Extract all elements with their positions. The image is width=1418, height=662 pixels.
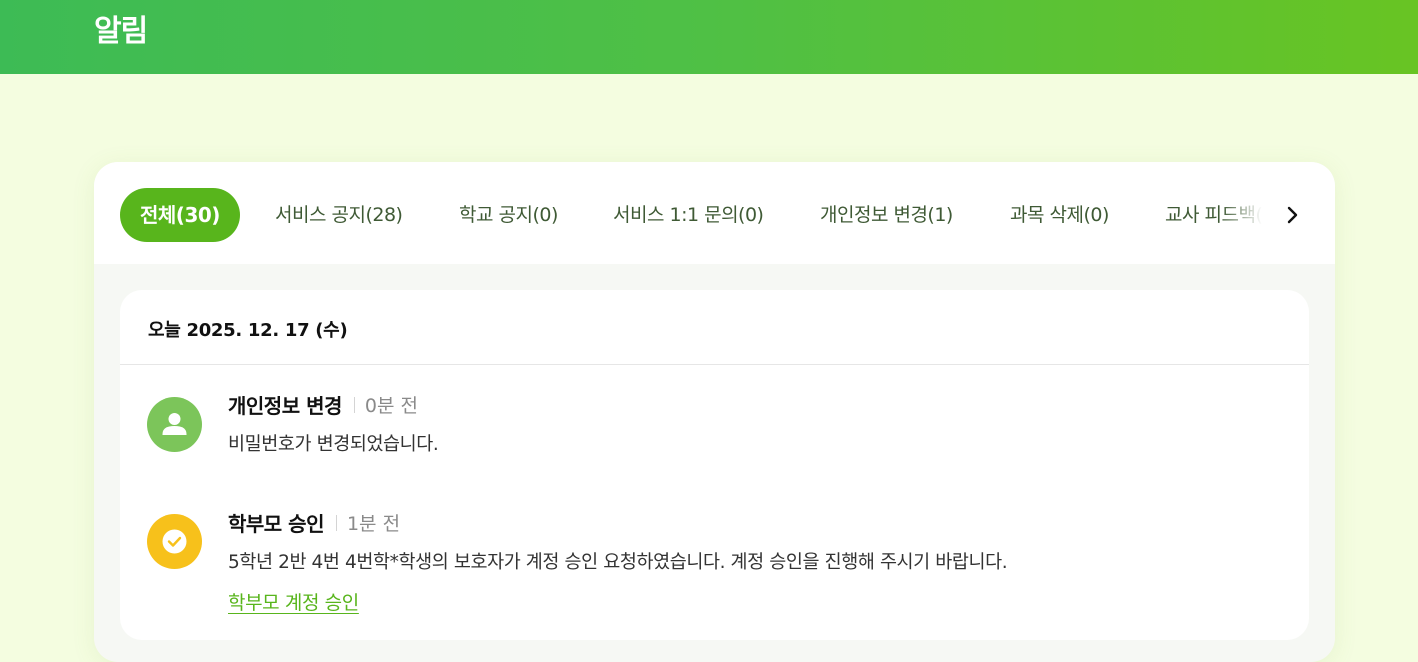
tab-service-notice[interactable]: 서비스 공지(28): [275, 188, 403, 242]
notification-list: 오늘 2025. 12. 17 (수) 개인정보 변경 0분 전 비밀번호가 변경…: [120, 290, 1309, 640]
notification-message: 비밀번호가 변경되었습니다.: [228, 434, 439, 455]
tab-service-inquiry[interactable]: 서비스 1:1 문의(0): [613, 188, 764, 242]
notification-panel: 전체(30) 서비스 공지(28) 학교 공지(0) 서비스 1:1 문의(0)…: [94, 162, 1335, 662]
tab-fade-overlay: [1222, 188, 1262, 242]
tab-school-notice[interactable]: 학교 공지(0): [459, 188, 558, 242]
notification-time: 1분 전: [346, 513, 401, 535]
date-label: 오늘 2025. 12. 17 (수): [148, 320, 348, 341]
top-header: 알림: [0, 0, 1418, 74]
notification-item[interactable]: 학부모 승인 1분 전 5학년 2반 4번 4번학*학생의 보호자가 계정 승인 …: [120, 508, 1309, 628]
user-icon: [147, 397, 202, 452]
parent-approval-link[interactable]: 학부모 계정 승인: [228, 588, 359, 615]
notification-header: 학부모 승인 1분 전: [228, 508, 400, 538]
notification-item[interactable]: 개인정보 변경 0분 전 비밀번호가 변경되었습니다.: [120, 390, 1309, 480]
tab-subject-delete[interactable]: 과목 삭제(0): [1010, 188, 1109, 242]
notification-title: 학부모 승인: [228, 512, 324, 536]
notification-header: 개인정보 변경 0분 전: [228, 390, 418, 420]
divider: [335, 514, 337, 531]
date-group-header: 오늘 2025. 12. 17 (수): [120, 290, 1309, 365]
chevron-right-icon[interactable]: [1280, 200, 1306, 230]
notification-message: 5학년 2반 4번 4번학*학생의 보호자가 계정 승인 요청하였습니다. 계정…: [228, 552, 1008, 573]
notification-time: 0분 전: [364, 395, 418, 417]
check-icon: [147, 514, 202, 569]
tab-bar: 전체(30) 서비스 공지(28) 학교 공지(0) 서비스 1:1 문의(0)…: [94, 162, 1335, 264]
tab-privacy-change[interactable]: 개인정보 변경(1): [820, 188, 953, 242]
page-title: 알림: [94, 14, 148, 49]
tab-all[interactable]: 전체(30): [120, 188, 240, 242]
notification-title: 개인정보 변경: [228, 394, 342, 418]
divider: [353, 396, 355, 413]
category-tabs: 전체(30) 서비스 공지(28) 학교 공지(0) 서비스 1:1 문의(0)…: [120, 188, 1262, 242]
